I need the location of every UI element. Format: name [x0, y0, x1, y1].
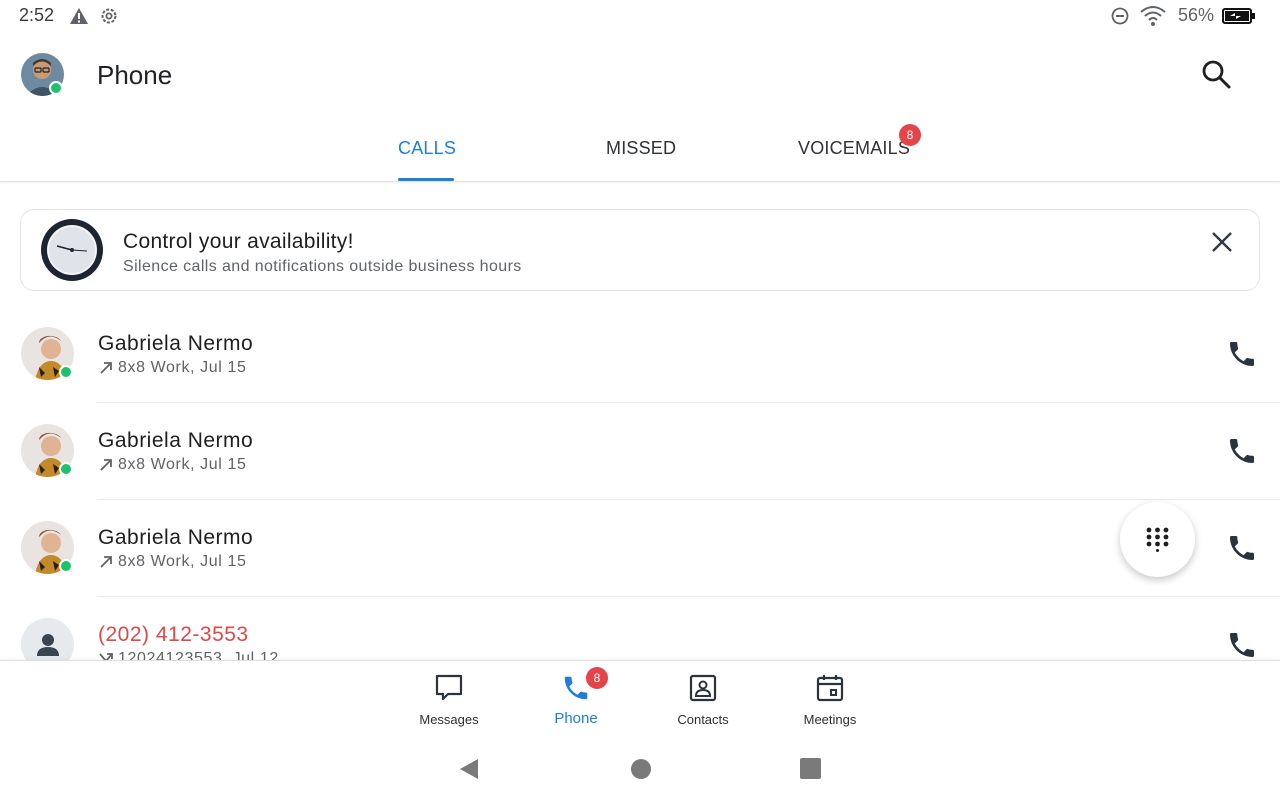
wifi-icon	[1139, 5, 1167, 32]
tab-voicemails[interactable]: VOICEMAILS	[798, 138, 910, 159]
back-button[interactable]	[458, 757, 480, 786]
contact-name: Gabriela Nermo	[98, 332, 254, 355]
tab-bar: CALLS MISSED VOICEMAILS	[0, 116, 1280, 182]
dialpad-button[interactable]	[1120, 502, 1195, 577]
call-detail-text: 8x8 Work, Jul 15	[118, 553, 247, 570]
nav-phone[interactable]: Phone	[521, 661, 631, 741]
nav-meetings[interactable]: Meetings	[775, 661, 885, 741]
recents-button[interactable]	[800, 758, 821, 784]
call-detail: 8x8 Work, Jul 15	[98, 359, 246, 377]
call-row[interactable]: Gabriela Nermo 8x8 Work, Jul 15	[0, 500, 1280, 597]
banner-title: Control your availability!	[123, 230, 354, 253]
warning-icon	[69, 7, 89, 30]
bottom-navigation: Messages Phone Contacts Meetings	[0, 660, 1280, 740]
status-time: 2:52	[19, 5, 55, 25]
phone-count-badge: 8	[586, 667, 608, 689]
call-back-button[interactable]	[1226, 629, 1258, 660]
presence-indicator	[59, 462, 73, 476]
system-navigation	[0, 740, 1280, 800]
call-detail: 12024123553, Jul 12	[98, 650, 279, 660]
voicemail-count-badge: 8	[899, 124, 921, 146]
calendar-icon	[816, 675, 844, 702]
contact-avatar	[21, 618, 74, 660]
call-row[interactable]: (202) 412-3553 12024123553, Jul 12	[0, 597, 1280, 660]
search-button[interactable]	[1198, 56, 1234, 92]
call-detail-text: 8x8 Work, Jul 15	[118, 456, 247, 473]
availability-banner[interactable]: Control your availability! Silence calls…	[20, 209, 1260, 291]
call-back-button[interactable]	[1226, 435, 1258, 467]
contact-name: Gabriela Nermo	[98, 429, 254, 452]
outgoing-call-icon	[100, 556, 112, 568]
banner-subtitle: Silence calls and notifications outside …	[123, 258, 522, 275]
do-not-disturb-icon	[1111, 7, 1129, 30]
nav-label: Phone	[554, 710, 598, 727]
missed-call-icon	[99, 653, 113, 660]
recents-icon	[800, 758, 821, 779]
home-icon	[631, 759, 651, 779]
tab-missed[interactable]: MISSED	[606, 138, 676, 159]
dialpad-icon	[1146, 527, 1169, 552]
nav-messages[interactable]: Messages	[394, 661, 504, 741]
message-icon	[435, 674, 463, 701]
contact-name: (202) 412-3553	[98, 623, 249, 646]
call-row[interactable]: Gabriela Nermo 8x8 Work, Jul 15	[0, 306, 1280, 403]
call-row[interactable]: Gabriela Nermo 8x8 Work, Jul 15	[0, 403, 1280, 500]
outgoing-call-icon	[100, 362, 112, 374]
nav-contacts[interactable]: Contacts	[648, 661, 758, 741]
contacts-icon	[689, 674, 717, 702]
presence-indicator	[59, 365, 73, 379]
page-title: Phone	[97, 60, 173, 90]
contact-name: Gabriela Nermo	[98, 526, 254, 549]
tab-calls[interactable]: CALLS	[398, 138, 456, 159]
phone-icon	[1230, 536, 1254, 560]
call-detail: 8x8 Work, Jul 15	[98, 456, 246, 474]
settings-icon	[99, 6, 119, 31]
presence-indicator	[49, 81, 63, 95]
status-bar: 2:52 56%	[0, 0, 1280, 32]
nav-label: Contacts	[677, 712, 729, 727]
outgoing-call-icon	[100, 459, 112, 471]
phone-icon	[1230, 342, 1254, 366]
phone-icon	[1230, 439, 1254, 463]
home-button[interactable]	[630, 758, 652, 785]
nav-label: Meetings	[803, 712, 857, 727]
clock-icon	[40, 218, 104, 282]
close-icon	[1212, 232, 1232, 252]
battery-percent: 56%	[1178, 5, 1215, 25]
back-icon	[460, 759, 478, 779]
battery-charging-icon	[1222, 8, 1256, 29]
phone-icon	[1230, 633, 1254, 657]
call-list: Gabriela Nermo 8x8 Work, Jul 15 Gabriela…	[0, 306, 1280, 660]
call-detail: 8x8 Work, Jul 15	[98, 553, 246, 571]
app-header: Phone	[0, 32, 1280, 116]
search-icon	[1202, 60, 1231, 89]
call-back-button[interactable]	[1226, 338, 1258, 370]
call-detail-text: 8x8 Work, Jul 15	[118, 359, 247, 376]
nav-label: Messages	[419, 712, 479, 727]
active-tab-indicator	[398, 178, 454, 181]
presence-indicator	[59, 559, 73, 573]
person-icon	[37, 634, 59, 656]
call-detail-text: 12024123553, Jul 12	[118, 650, 279, 660]
banner-close-button[interactable]	[1208, 228, 1236, 256]
call-back-button[interactable]	[1226, 532, 1258, 564]
